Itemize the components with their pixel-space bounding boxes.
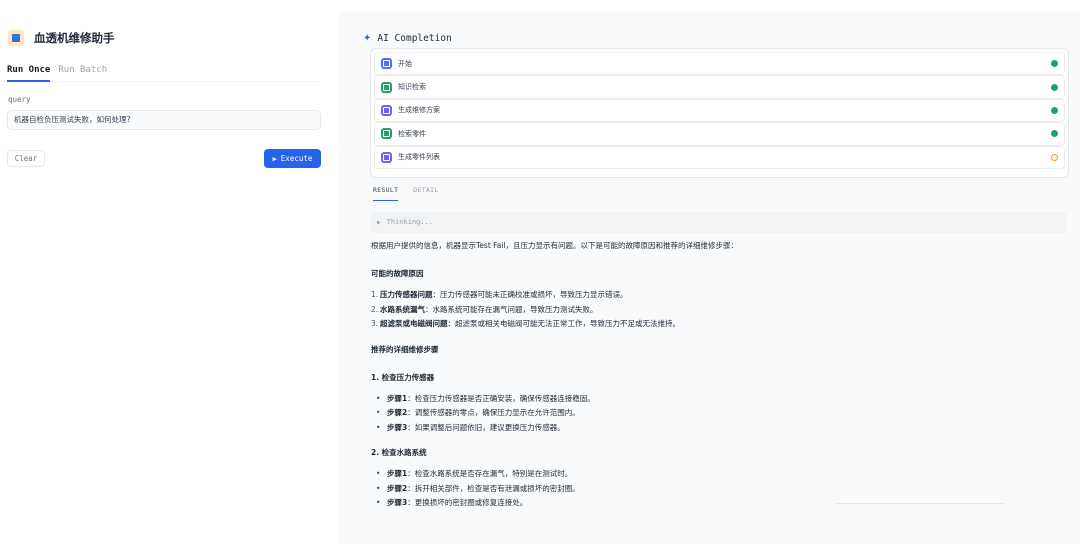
tab-run-once[interactable]: Run Once (7, 64, 51, 82)
sparkle-icon: ✦ (363, 33, 372, 44)
start-node-icon (381, 58, 392, 70)
clear-button[interactable]: Clear (7, 150, 45, 167)
workflow-step[interactable]: 生成零件列表 (374, 145, 1065, 169)
list-item: 3. 超滤泵或电磁阀问题：超滤泵或相关电磁阀可能无法正常工作，导致压力不足或无法维… (371, 319, 680, 328)
running-status-icon (1051, 153, 1058, 161)
success-status-icon (1051, 130, 1058, 138)
right-panel: ✦ AI Completion 开始 知识检索 生成维修方案 检索零件 生成零件… (339, 12, 1080, 544)
app-icon (8, 30, 24, 46)
workflow-step[interactable]: 知识检索 (374, 75, 1065, 99)
workflow-step[interactable]: 生成维修方案 (374, 98, 1065, 123)
app-header: 血透机维修助手 (8, 30, 115, 46)
list-item: 2. 水路系统漏气：水路系统可能存在漏气问题，导致压力测试失败。 (371, 304, 598, 314)
success-status-icon (1051, 106, 1058, 114)
list-item: 步骤2：调整传感器的零点，确保压力显示在允许范围内。 (375, 406, 1061, 421)
success-status-icon (1051, 60, 1058, 68)
result-intro: 根据用户提供的信息，机器显示Test Fail，且压力显示有问题。以下是可能的故… (371, 241, 739, 250)
execute-button[interactable]: ▶ Execute (264, 149, 321, 168)
steps-heading: 推荐的详细维修步骤 (371, 344, 439, 354)
success-status-icon (1051, 83, 1058, 91)
workflow-steps: 开始 知识检索 生成维修方案 检索零件 生成零件列表 (370, 48, 1069, 178)
thinking-toggle[interactable]: ▶ Thinking... (370, 212, 1066, 233)
list-item: 1. 压力传感器问题：压力传感器可能未正确校准或损坏，导致压力显示错误。 (371, 290, 628, 299)
tab-run-batch[interactable]: Run Batch (58, 64, 107, 82)
app-title: 血透机维修助手 (34, 31, 115, 45)
list-item: 步骤1：检查压力传感器是否正确安装，确保传感器连接稳固。 (375, 392, 1061, 407)
list-item: 步骤2：拆开相关部件，检查是否有泄漏或损坏的密封圈。 (375, 482, 1061, 497)
execute-button-label: Execute (280, 154, 313, 163)
completion-title: AI Completion (377, 33, 452, 44)
result-tabs: RESULT DETAIL (373, 186, 454, 201)
run-mode-tabs: Run Once Run Batch (7, 64, 320, 82)
caret-right-icon: ▶ (377, 219, 381, 226)
section-heading: 2. 检查水路系统 (371, 448, 427, 457)
llm-node-icon (381, 151, 392, 163)
step-label: 知识检索 (398, 83, 426, 92)
thinking-label: Thinking... (386, 218, 433, 226)
tab-detail[interactable]: DETAIL (413, 186, 438, 201)
step-label: 检索零件 (398, 129, 426, 138)
divider (836, 503, 1005, 504)
query-label: query (8, 95, 31, 104)
step-label: 生成维修方案 (398, 106, 440, 115)
list-item: 步骤3：如果调整后问题依旧，建议更换压力传感器。 (375, 421, 1061, 436)
list-item: 步骤1：检查水路系统是否存在漏气，特别是在测试时。 (375, 467, 1061, 482)
completion-header: ✦ AI Completion (363, 33, 452, 44)
knowledge-retrieval-icon (381, 128, 392, 140)
knowledge-retrieval-icon (381, 81, 392, 93)
result-content: 根据用户提供的信息，机器显示Test Fail，且压力显示有问题。以下是可能的故… (371, 241, 1061, 511)
step-label: 开始 (398, 59, 412, 68)
step-label: 生成零件列表 (398, 153, 440, 162)
workflow-step[interactable]: 检索零件 (374, 122, 1065, 146)
workflow-step[interactable]: 开始 (374, 52, 1065, 76)
tab-result[interactable]: RESULT (373, 186, 399, 201)
section-heading: 1. 检查压力传感器 (371, 372, 435, 382)
query-input[interactable]: 机器自检负压测试失败，如何处理? (7, 110, 321, 130)
left-panel: 血透机维修助手 Run Once Run Batch query 机器自检负压测… (0, 0, 338, 544)
causes-heading: 可能的故障原因 (371, 269, 424, 278)
play-icon: ▶ (272, 154, 277, 163)
llm-node-icon (381, 104, 392, 116)
